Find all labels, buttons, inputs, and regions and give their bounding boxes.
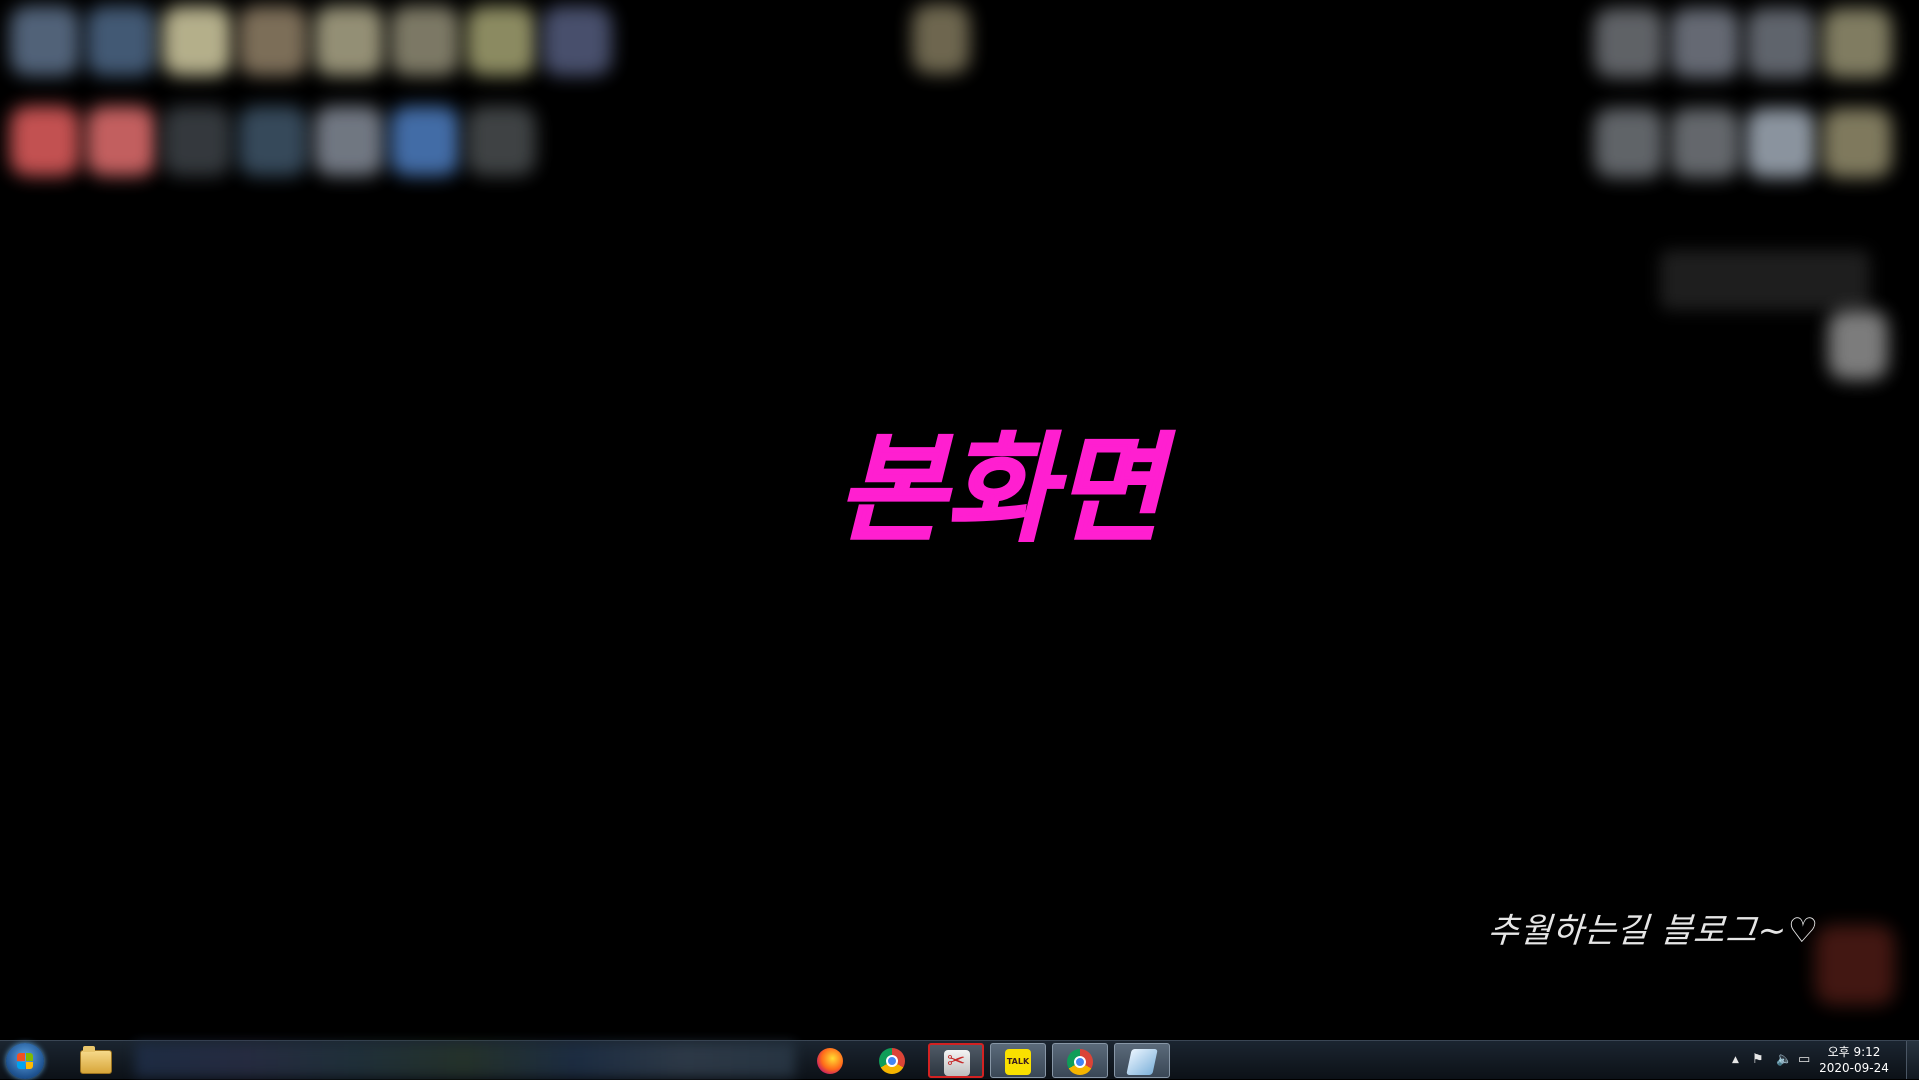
- desktop-icons-right: [1594, 8, 1894, 198]
- taskbar-snipping-tool-button[interactable]: [928, 1043, 984, 1078]
- chrome-icon: [879, 1048, 905, 1074]
- taskbar-firefox-button[interactable]: [803, 1043, 859, 1078]
- desktop-icon[interactable]: [314, 6, 384, 76]
- desktop-icon[interactable]: [162, 106, 232, 176]
- clock-date: 2020-09-24: [1819, 1061, 1889, 1075]
- desktop-icon[interactable]: [10, 6, 80, 76]
- desktop-icon[interactable]: [1746, 8, 1816, 78]
- taskbar: TALK ▲ ⚑ 🔈 ▭ 오후 9:12 2020-09-24: [0, 1040, 1919, 1079]
- desktop-icon[interactable]: [1828, 310, 1888, 380]
- network-icon[interactable]: ▭: [1798, 1052, 1810, 1068]
- scissors-icon: [944, 1049, 970, 1076]
- clock[interactable]: 오후 9:12 2020-09-24: [1815, 1044, 1893, 1076]
- desktop: 본화면 추월하는길 블로그~♡: [0, 0, 1919, 1040]
- desktop-icon[interactable]: [1822, 108, 1892, 178]
- firefox-icon: [817, 1048, 843, 1074]
- desktop-icon[interactable]: [86, 6, 156, 76]
- taskbar-running-apps[interactable]: [135, 1043, 795, 1077]
- start-button[interactable]: [6, 1043, 44, 1079]
- chrome-icon: [1067, 1049, 1093, 1075]
- desktop-icon[interactable]: [86, 106, 156, 176]
- windows-start-icon: [17, 1053, 33, 1069]
- taskbar-explorer-button[interactable]: [66, 1042, 122, 1078]
- taskbar-chrome-button[interactable]: [865, 1043, 921, 1078]
- desktop-icon[interactable]: [10, 106, 80, 176]
- desktop-icon[interactable]: [1746, 108, 1816, 178]
- desktop-icon[interactable]: [1594, 108, 1664, 178]
- action-center-flag-icon[interactable]: ⚑: [1752, 1052, 1764, 1068]
- desktop-icon[interactable]: [162, 6, 232, 76]
- taskbar-sheet-app-button[interactable]: [1114, 1043, 1170, 1078]
- talk-icon: TALK: [1005, 1049, 1031, 1075]
- desktop-icon[interactable]: [1670, 8, 1740, 78]
- desktop-icon[interactable]: [1822, 8, 1892, 78]
- taskbar-kakaotalk-button[interactable]: TALK: [990, 1043, 1046, 1078]
- show-hidden-icons-icon[interactable]: ▲: [1732, 1052, 1739, 1068]
- desktop-icon[interactable]: [238, 106, 308, 176]
- desktop-widget: [1660, 250, 1870, 310]
- desktop-icon[interactable]: [466, 106, 536, 176]
- desktop-icon[interactable]: [542, 6, 612, 76]
- volume-icon[interactable]: 🔈: [1776, 1052, 1792, 1068]
- handwritten-label-text: 본화면: [837, 420, 1175, 558]
- system-tray: ▲ ⚑ 🔈 ▭ 오후 9:12 2020-09-24: [1714, 1041, 1919, 1080]
- desktop-icon[interactable]: [466, 6, 536, 76]
- desktop-icon[interactable]: [390, 106, 460, 176]
- desktop-icon[interactable]: [314, 106, 384, 176]
- show-desktop-button[interactable]: [1906, 1041, 1919, 1079]
- desktop-icons-left: [10, 6, 612, 196]
- signature-text: 추월하는길 블로그~♡: [1486, 911, 1821, 951]
- desktop-icon[interactable]: [912, 4, 970, 74]
- handwritten-label: 본화면: [836, 419, 1176, 559]
- taskbar-chrome-user-button[interactable]: [1052, 1043, 1108, 1078]
- sheet-icon: [1126, 1049, 1158, 1075]
- desktop-icon[interactable]: [1594, 8, 1664, 78]
- folder-icon: [80, 1046, 112, 1074]
- clock-time: 오후 9:12: [1827, 1045, 1881, 1059]
- desktop-icon[interactable]: [1670, 108, 1740, 178]
- desktop-icon[interactable]: [1815, 925, 1895, 1005]
- desktop-icon[interactable]: [238, 6, 308, 76]
- desktop-icon[interactable]: [390, 6, 460, 76]
